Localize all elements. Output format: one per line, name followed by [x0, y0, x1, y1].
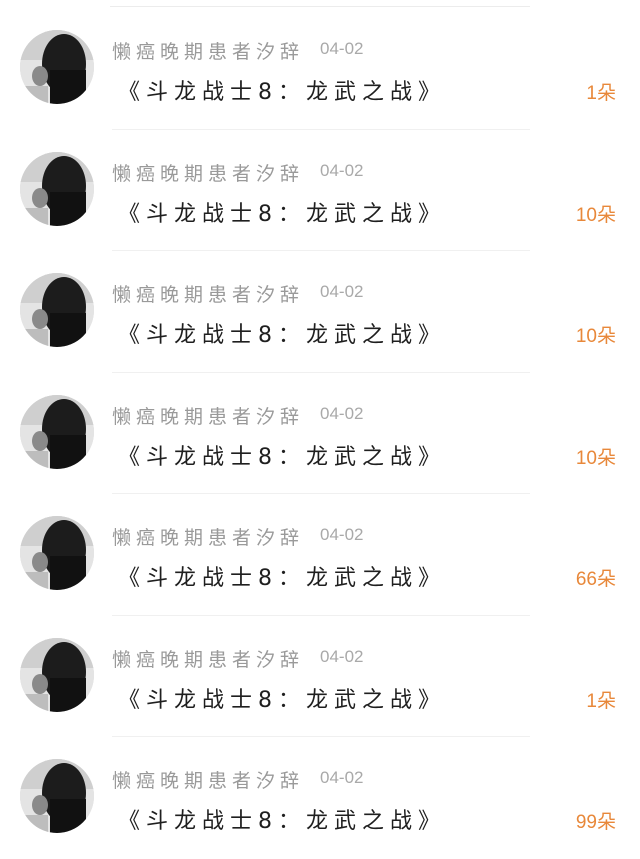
gift-record-list: 懒癌晚期患者汐辞 04-02 《斗龙战士8：龙武之战》 1朵 懒癌晚期患者汐辞 …	[0, 8, 640, 859]
username[interactable]: 懒癌晚期患者汐辞	[112, 402, 304, 429]
work-title[interactable]: 《斗龙战士8：龙武之战》	[118, 682, 446, 714]
avatar-image	[20, 151, 94, 226]
list-item[interactable]: 懒癌晚期患者汐辞 04-02 《斗龙战士8：龙武之战》 1朵	[0, 616, 640, 737]
username[interactable]: 懒癌晚期患者汐辞	[112, 766, 304, 793]
list-item[interactable]: 懒癌晚期患者汐辞 04-02 《斗龙战士8：龙武之战》 1朵	[0, 8, 640, 130]
flower-count: 99朵	[575, 812, 616, 833]
work-title[interactable]: 《斗龙战士8：龙武之战》	[118, 803, 446, 835]
username[interactable]: 懒癌晚期患者汐辞	[112, 159, 304, 186]
date: 04-02	[320, 282, 364, 301]
avatar[interactable]	[20, 637, 94, 712]
top-divider	[110, 6, 530, 7]
date: 04-02	[320, 39, 364, 58]
flower-count: 10朵	[575, 204, 616, 226]
avatar-image	[20, 30, 94, 104]
date: 04-02	[320, 768, 364, 787]
work-title[interactable]: 《斗龙战士8：龙武之战》	[118, 560, 446, 592]
list-item[interactable]: 懒癌晚期患者汐辞 04-02 《斗龙战士8：龙武之战》 99朵	[0, 737, 640, 859]
work-title[interactable]: 《斗龙战士8：龙武之战》	[118, 196, 446, 228]
avatar-image	[20, 637, 94, 712]
avatar-image	[20, 516, 94, 590]
username[interactable]: 懒癌晚期患者汐辞	[112, 523, 304, 550]
list-item[interactable]: 懒癌晚期患者汐辞 04-02 《斗龙战士8：龙武之战》 66朵	[0, 494, 640, 616]
avatar[interactable]	[20, 151, 94, 226]
avatar[interactable]	[20, 516, 94, 590]
username[interactable]: 懒癌晚期患者汐辞	[112, 280, 304, 307]
avatar[interactable]	[20, 759, 94, 833]
list-item[interactable]: 懒癌晚期患者汐辞 04-02 《斗龙战士8：龙武之战》 10朵	[0, 251, 640, 373]
username[interactable]: 懒癌晚期患者汐辞	[112, 37, 304, 64]
flower-count: 66朵	[575, 569, 616, 590]
username[interactable]: 懒癌晚期患者汐辞	[112, 645, 304, 672]
flower-count: 10朵	[575, 326, 616, 347]
flower-count: 1朵	[586, 690, 616, 712]
list-item[interactable]: 懒癌晚期患者汐辞 04-02 《斗龙战士8：龙武之战》 10朵	[0, 130, 640, 251]
date: 04-02	[320, 646, 364, 666]
date: 04-02	[320, 403, 364, 423]
flower-count: 1朵	[586, 83, 616, 104]
avatar[interactable]	[20, 30, 94, 104]
work-title[interactable]: 《斗龙战士8：龙武之战》	[118, 317, 446, 349]
date: 04-02	[320, 525, 364, 544]
work-title[interactable]: 《斗龙战士8：龙武之战》	[118, 439, 446, 471]
avatar[interactable]	[20, 273, 94, 347]
avatar-image	[20, 273, 94, 347]
avatar[interactable]	[20, 394, 94, 469]
date: 04-02	[320, 160, 364, 180]
list-item[interactable]: 懒癌晚期患者汐辞 04-02 《斗龙战士8：龙武之战》 10朵	[0, 373, 640, 494]
flower-count: 10朵	[575, 447, 616, 469]
avatar-image	[20, 759, 94, 833]
avatar-image	[20, 394, 94, 469]
work-title[interactable]: 《斗龙战士8：龙武之战》	[118, 74, 446, 106]
